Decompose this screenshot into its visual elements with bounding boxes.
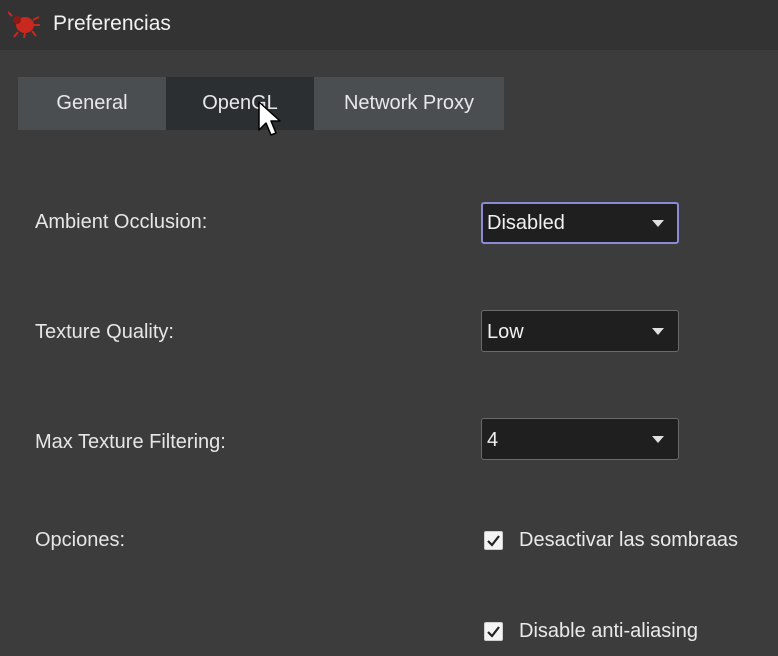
window-title: Preferencias	[53, 12, 171, 35]
chevron-down-icon	[652, 220, 664, 227]
max-texture-filtering-select[interactable]: 4	[481, 418, 679, 460]
chevron-down-icon	[652, 436, 664, 443]
disable-shadows-label: Desactivar las sombraas	[519, 529, 738, 551]
texture-quality-select[interactable]: Low	[481, 310, 679, 352]
ambient-occlusion-label: Ambient Occlusion:	[35, 211, 208, 233]
checkbox-checked-icon	[484, 622, 503, 641]
bug-icon	[8, 11, 40, 38]
texture-quality-label: Texture Quality:	[35, 321, 174, 343]
disable-antialiasing-checkbox[interactable]: Disable anti-aliasing	[484, 620, 698, 643]
disable-antialiasing-label: Disable anti-aliasing	[519, 620, 698, 642]
texture-quality-value: Low	[487, 321, 524, 343]
tab-network-proxy[interactable]: Network Proxy	[314, 77, 504, 130]
title-bar[interactable]: Preferencias	[0, 0, 778, 50]
options-label: Opciones:	[35, 529, 126, 551]
max-texture-filtering-value: 4	[487, 429, 499, 451]
ambient-occlusion-select[interactable]: Disabled	[481, 202, 679, 244]
chevron-down-icon	[652, 328, 664, 335]
tab-general[interactable]: General	[18, 77, 166, 130]
tab-opengl[interactable]: OpenGL	[166, 77, 314, 130]
disable-shadows-checkbox[interactable]: Desactivar las sombraas	[484, 529, 738, 552]
preferences-window: Preferencias General OpenGL Network Prox…	[0, 0, 778, 656]
max-texture-filtering-label: Max Texture Filtering:	[35, 431, 226, 453]
ambient-occlusion-value: Disabled	[487, 212, 565, 234]
mouse-cursor-icon	[258, 101, 281, 136]
checkbox-checked-icon	[484, 531, 503, 550]
